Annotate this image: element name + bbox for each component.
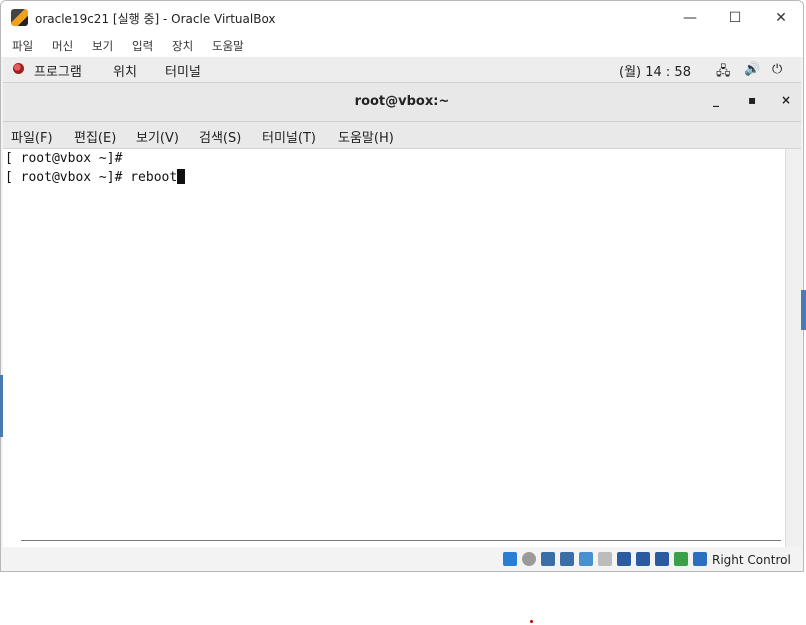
vbox-status-bar: Right Control	[1, 547, 803, 571]
terminal-scrollbar[interactable]	[785, 149, 802, 547]
background-text-strip	[0, 572, 806, 586]
usb-icon[interactable]	[579, 552, 593, 566]
host-key-label: Right Control	[712, 553, 791, 567]
menu-input[interactable]: 입력	[132, 38, 153, 54]
guest-additions-icon[interactable]	[674, 552, 688, 566]
maximize-button[interactable]: ☐	[720, 7, 750, 29]
menu-help[interactable]: 도움말	[212, 38, 244, 54]
menu-view[interactable]: 보기	[92, 38, 113, 54]
minimize-button[interactable]: —	[675, 7, 705, 29]
mouse-integration-icon[interactable]	[693, 552, 707, 566]
terminal-maximize-button[interactable]: ▪	[748, 93, 756, 107]
terminal-menu-terminal[interactable]: 터미널(T)	[262, 127, 316, 146]
background-window-edge	[801, 290, 806, 330]
red-dot	[530, 620, 533, 623]
terminal-menu-search[interactable]: 검색(S)	[199, 127, 241, 146]
video-capture-icon[interactable]	[636, 552, 650, 566]
window-title: oracle19c21 [실행 중] - Oracle VirtualBox	[35, 12, 276, 26]
hard-disk-icon[interactable]	[503, 552, 517, 566]
display-icon[interactable]	[617, 552, 631, 566]
menu-devices[interactable]: 장치	[172, 38, 193, 54]
terminal-menu-edit[interactable]: 편집(E)	[74, 127, 116, 146]
applications-icon	[13, 63, 24, 74]
close-button[interactable]: ✕	[766, 7, 796, 29]
shared-folders-icon[interactable]	[598, 552, 612, 566]
terminal-header-bar[interactable]: root@vbox:~ _ ▪ ×	[3, 83, 801, 122]
terminal-menu-help[interactable]: 도움말(H)	[338, 127, 394, 146]
terminal-output[interactable]: [ root@vbox ~]# [ root@vbox ~]# reboot	[3, 149, 785, 547]
menu-machine[interactable]: 머신	[52, 38, 73, 54]
text-cursor	[177, 169, 186, 184]
background-window-edge	[0, 375, 3, 437]
cpu-icon[interactable]	[655, 552, 669, 566]
power-icon[interactable]: ⏻	[772, 62, 782, 77]
terminal-menu-file[interactable]: 파일(F)	[11, 127, 53, 146]
menu-file[interactable]: 파일	[12, 38, 33, 54]
gnome-top-bar: 프로그램 위치 터미널 (월) 14 : 58 🖧 🔊 ⏻	[3, 57, 801, 83]
places-menu[interactable]: 위치	[113, 61, 137, 80]
terminal-close-button[interactable]: ×	[781, 93, 791, 107]
terminal-app-menu[interactable]: 터미널	[165, 61, 201, 80]
clock[interactable]: (월) 14 : 58	[619, 61, 691, 80]
optical-drive-icon[interactable]	[522, 552, 536, 566]
vbox-menubar: 파일 머신 보기 입력 장치 도움말	[1, 35, 803, 57]
audio-icon[interactable]	[541, 552, 555, 566]
terminal-minimize-button[interactable]: _	[713, 93, 719, 107]
virtualbox-window: oracle19c21 [실행 중] - Oracle VirtualBox —…	[0, 0, 804, 572]
terminal-menubar: 파일(F) 편집(E) 보기(V) 검색(S) 터미널(T) 도움말(H)	[3, 122, 801, 149]
terminal-title: root@vbox:~	[354, 94, 450, 109]
title-bar[interactable]: oracle19c21 [실행 중] - Oracle VirtualBox —…	[1, 1, 803, 35]
guest-display[interactable]: 프로그램 위치 터미널 (월) 14 : 58 🖧 🔊 ⏻ root@vbox:…	[3, 57, 802, 547]
applications-menu[interactable]: 프로그램	[34, 61, 82, 80]
network-adapter-icon[interactable]	[560, 552, 574, 566]
terminal-line: [ root@vbox ~]#	[5, 151, 131, 166]
terminal-line-text: [ root@vbox ~]# reboot	[5, 170, 178, 185]
volume-icon[interactable]: 🔊	[744, 62, 760, 77]
terminal-line: [ root@vbox ~]# reboot	[5, 169, 186, 185]
terminal-menu-view[interactable]: 보기(V)	[136, 127, 179, 146]
divider	[21, 540, 781, 541]
virtualbox-app-icon	[11, 9, 28, 26]
network-icon[interactable]: 🖧	[716, 62, 731, 84]
